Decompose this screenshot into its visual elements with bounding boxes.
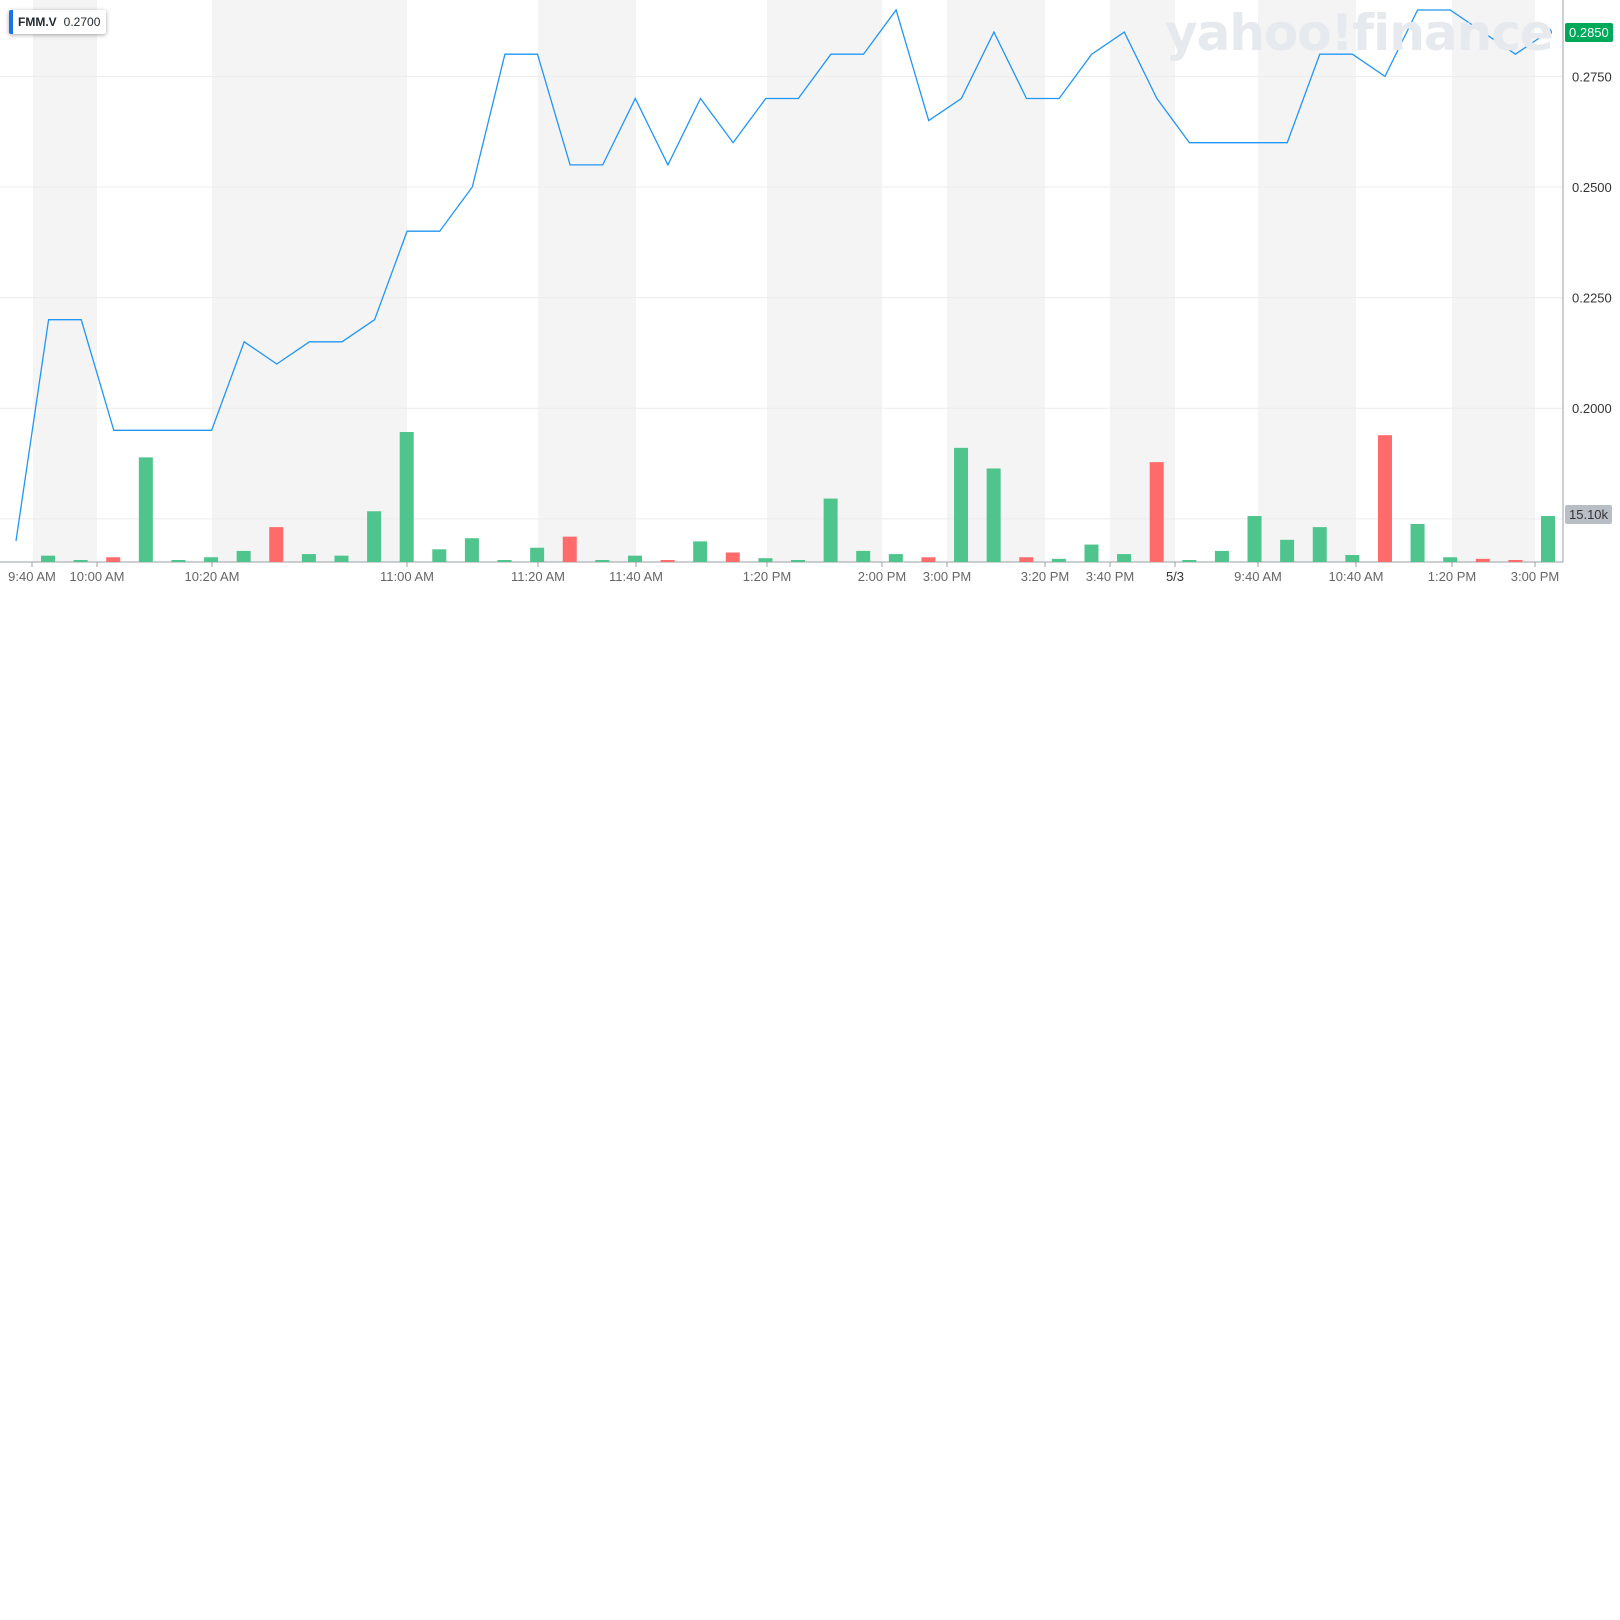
volume-bar	[399, 432, 414, 562]
legend-price: 0.2700	[63, 15, 101, 29]
y-tick-label: 0.2500	[1572, 180, 1612, 195]
volume-bar	[954, 447, 969, 562]
price-chart[interactable]: 0.27500.25000.22500.20000.17509:40 AM10:…	[0, 0, 1620, 600]
time-band	[1452, 0, 1535, 562]
volume-bar	[1084, 544, 1099, 562]
volume-bar	[1214, 550, 1229, 562]
volume-bar	[1051, 558, 1066, 562]
x-tick-label: 2:00 PM	[858, 569, 906, 584]
time-band	[33, 0, 97, 562]
volume-bar	[269, 527, 284, 562]
symbol-legend[interactable]: FMM.V 0.2700	[9, 10, 107, 34]
volume-bar	[1117, 554, 1132, 562]
volume-tag: 15.10k	[1565, 505, 1613, 524]
x-tick-label: 10:40 AM	[1329, 569, 1384, 584]
volume-bar	[562, 536, 577, 562]
volume-bar	[693, 541, 708, 562]
volume-bar	[856, 550, 871, 562]
volume-bar	[1312, 527, 1327, 562]
volume-bar	[41, 555, 55, 562]
y-tick-label: 0.2000	[1572, 401, 1612, 416]
volume-bar	[204, 557, 219, 562]
volume-bar	[106, 557, 121, 562]
volume-bar	[595, 560, 610, 562]
volume-bar	[725, 552, 740, 562]
volume-bar	[171, 560, 186, 562]
volume-bar	[758, 558, 773, 562]
volume-bar	[1541, 516, 1555, 562]
x-tick-label: 11:00 AM	[380, 569, 434, 584]
volume-bar	[497, 560, 512, 562]
chart-canvas[interactable]: 0.27500.25000.22500.20000.17509:40 AM10:…	[0, 0, 1620, 600]
x-tick-label: 11:20 AM	[511, 569, 565, 584]
volume-bar	[464, 538, 479, 562]
volume-bar	[1475, 558, 1490, 562]
time-band	[767, 0, 882, 562]
x-tick-label: 3:00 PM	[1511, 569, 1559, 584]
legend-symbol: FMM.V	[18, 15, 57, 29]
time-band	[212, 0, 407, 562]
x-tick-label: 5/3	[1166, 569, 1184, 584]
volume-bar	[627, 555, 642, 562]
x-tick-label: 3:20 PM	[1021, 569, 1069, 584]
x-tick-label: 10:20 AM	[185, 569, 240, 584]
volume-bar	[1019, 557, 1034, 562]
volume-bar	[367, 511, 382, 562]
y-tick-label: 0.2750	[1572, 69, 1612, 84]
x-tick-label: 1:20 PM	[1428, 569, 1476, 584]
volume-bar	[1149, 462, 1164, 562]
volume-bar	[530, 547, 545, 562]
yahoo-finance-watermark: yahoo!finance	[1165, 4, 1554, 62]
volume-bar	[138, 457, 153, 562]
volume-bar	[301, 554, 316, 562]
volume-bar	[236, 550, 251, 562]
x-tick-label: 3:00 PM	[923, 569, 971, 584]
y-tick-label: 0.2250	[1572, 291, 1612, 306]
volume-bar	[986, 468, 1001, 562]
x-tick-label: 3:40 PM	[1086, 569, 1134, 584]
volume-bar	[888, 554, 903, 562]
volume-bar	[1280, 539, 1295, 562]
volume-bar	[1377, 435, 1392, 562]
x-tick-label: 10:00 AM	[70, 569, 125, 584]
time-band	[538, 0, 636, 562]
x-tick-label: 11:40 AM	[609, 569, 663, 584]
volume-bar	[791, 560, 805, 562]
volume-bar	[1182, 560, 1197, 562]
volume-bar	[1247, 516, 1262, 562]
time-band	[1110, 0, 1175, 562]
x-tick-label: 9:40 AM	[8, 569, 56, 584]
volume-bar	[1508, 560, 1523, 562]
volume-bar	[1345, 555, 1360, 562]
volume-bar	[334, 555, 349, 562]
volume-bar	[921, 557, 936, 562]
volume-bar	[660, 560, 675, 562]
last-price-tag: 0.2850	[1565, 23, 1613, 42]
volume-bar	[823, 498, 838, 562]
volume-bar	[432, 549, 447, 562]
volume-bar	[73, 560, 88, 562]
x-tick-label: 9:40 AM	[1234, 569, 1282, 584]
time-band	[1258, 0, 1356, 562]
volume-bar	[1443, 557, 1458, 562]
volume-bar	[1410, 523, 1425, 562]
x-tick-label: 1:20 PM	[743, 569, 791, 584]
